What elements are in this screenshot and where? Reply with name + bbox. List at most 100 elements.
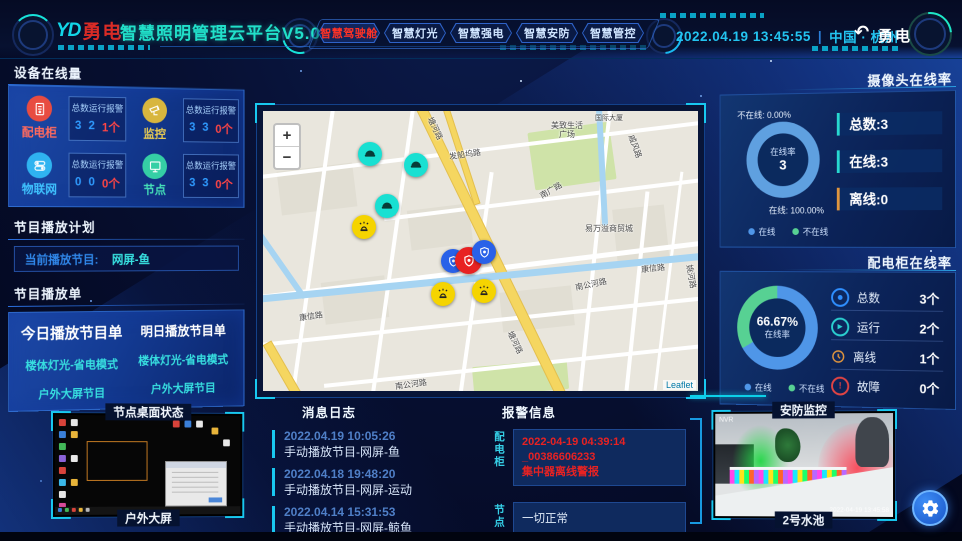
row-value: 2个: [920, 318, 944, 337]
desktop-icon: [59, 455, 66, 462]
cabinet-rate-title: 配电柜在线率: [867, 252, 952, 272]
col-alarm: 报警: [219, 104, 236, 117]
alarm-value: 0个: [215, 176, 232, 193]
tab-smart-control[interactable]: 智慧管控: [582, 23, 644, 43]
alarm-value: 0个: [215, 120, 232, 137]
col-running: 运行: [89, 101, 106, 114]
bracket-decoration: [690, 418, 702, 524]
log-entry: 2022.04.14 15:31:53 手动播放节目-网屏-鲸鱼: [272, 504, 480, 532]
device-name: 监控: [130, 125, 179, 142]
playlist-today-heading: 今日播放节目单: [15, 322, 128, 344]
road-label: 塘河路: [505, 329, 525, 355]
camera-legend: 在线 不在线: [748, 225, 828, 238]
col-running: 运行: [203, 103, 220, 116]
alarm-info-panel: 报警信息 配电柜 2022-04-19 04:39:14 _0038660623…: [488, 402, 702, 528]
tab-smart-lighting[interactable]: 智慧灯光: [384, 23, 446, 43]
place-label: 易万溢商贸城: [585, 223, 633, 234]
row-label: 故障: [857, 378, 880, 395]
divider: [8, 304, 244, 307]
message-log-list[interactable]: 2022.04.19 10:05:26 手动播放节目-网屏-鱼 2022.04.…: [272, 428, 480, 532]
camera-marker[interactable]: [375, 194, 399, 218]
running-value: 2: [89, 118, 95, 135]
camera-stat-online: 在线:3: [837, 149, 942, 173]
back-icon[interactable]: ↶: [854, 22, 869, 43]
device-stats: 总数 运行 报警 3 2 1个: [69, 96, 127, 141]
desktop-icon: [71, 455, 78, 462]
tab-smart-power[interactable]: 智慧强电: [450, 23, 512, 43]
streetlight-marker[interactable]: [352, 215, 376, 239]
device-item-iot: 物联网 总数 运行 报警 0 0 0个: [14, 152, 126, 197]
brand-logo: YD 勇电 ®: [56, 17, 130, 44]
right-column: 摄像头在线率 不在线: 0.00% 在线率 3 在线: 100.00% 在线 不…: [716, 60, 956, 408]
user-label[interactable]: 勇电: [878, 25, 912, 46]
camera-marker[interactable]: [404, 153, 428, 177]
corner-bracket: [255, 379, 275, 399]
corner-bracket: [51, 499, 71, 519]
desktop-icon: [71, 419, 78, 426]
map-attribution[interactable]: Leaflet: [663, 380, 696, 390]
logo-name: 勇电: [82, 17, 122, 44]
legend-dot-green: [792, 228, 799, 235]
donut-center-value: 3: [779, 157, 786, 173]
streetlight-marker[interactable]: [431, 282, 455, 306]
play-icon: ▶: [831, 317, 849, 336]
tab-smart-cockpit[interactable]: 智慧驾驶舱: [318, 23, 380, 43]
playlist-item: 楼体灯光-省电模式: [15, 356, 128, 374]
device-item-node: 节点 总数 运行 报警 3 3 0个: [130, 153, 239, 198]
security-panel-caption: 2号水池: [775, 511, 832, 528]
top-header: YD 勇电 ® 智慧照明管理云平台V5.0 智慧驾驶舱 智慧灯光 智慧强电 智慧…: [0, 0, 962, 59]
camera-donut-chart: 在线率 3: [746, 121, 819, 198]
alarm-info-title: 报警信息: [502, 402, 702, 421]
streetlight-marker[interactable]: [472, 279, 496, 303]
road-label: 康信路: [298, 309, 323, 323]
camera-rate-panel: 不在线: 0.00% 在线率 3 在线: 100.00% 在线 不在线 总数:3…: [720, 90, 956, 248]
dash-decoration: [660, 13, 764, 18]
legend-dot-blue: [748, 228, 755, 235]
separator: |: [818, 29, 822, 44]
log-time: 2022.04.14 15:31:53: [284, 505, 480, 519]
alarm-box: 2022-04-19 04:39:14 _00386606233 集中器离线警报: [513, 429, 686, 486]
video-plant: [775, 428, 800, 462]
dashboard-root: YD 勇电 ® 智慧照明管理云平台V5.0 智慧驾驶舱 智慧灯光 智慧强电 智慧…: [0, 0, 962, 541]
device-stats: 总数 运行 报警 0 0 0个: [69, 153, 127, 198]
device-stats: 总数 运行 报警 3 3 0个: [183, 98, 239, 143]
zoom-in-button[interactable]: +: [275, 125, 299, 147]
playlist-tomorrow-heading: 明日播放节目单: [128, 320, 238, 340]
settings-gear-button[interactable]: [912, 490, 948, 526]
decorative-light-bar: [690, 395, 766, 397]
tab-smart-security[interactable]: 智慧安防: [516, 23, 578, 43]
cabinet-legend: 在线 不在线: [745, 381, 825, 395]
donut-center-value: 66.67%: [757, 315, 798, 330]
alarm-group-label: 配电柜: [492, 429, 507, 469]
corner-bracket: [51, 411, 71, 431]
col-alarm: 报警: [106, 158, 123, 171]
left-column: 设备在线量 配电柜 总数 运行 报警 3: [8, 62, 244, 402]
col-total: 总数: [186, 159, 203, 172]
running-value: 3: [202, 120, 208, 137]
desktop-dialog-window: [165, 461, 227, 506]
col-running: 运行: [203, 159, 220, 172]
map-panel: 塘河路 发船坞路 美致生活 广场 国际大厦 戚风路 南广路 易万溢商贸城 康信路…: [256, 104, 705, 398]
alarm-status-text: 一切正常: [522, 508, 677, 526]
cabinet-donut-chart: 66.67% 在线率: [737, 285, 818, 370]
device-panel-title: 设备在线量: [14, 62, 244, 86]
desktop-icon: [59, 431, 66, 438]
desktop-panel-caption: 户外大屏: [117, 509, 179, 526]
alarm-line: 集中器离线警报: [522, 465, 677, 480]
gear-icon: [921, 499, 940, 518]
total-value: 0: [75, 175, 81, 192]
col-total: 总数: [71, 158, 88, 171]
playlist-item: 户外大屏节目: [128, 379, 238, 397]
camera-marker[interactable]: [358, 142, 382, 166]
zoom-out-button[interactable]: −: [275, 147, 299, 168]
log-text: 手动播放节目-网屏-运动: [284, 481, 480, 498]
desktop-icon: [59, 443, 66, 450]
camera-stat-offline: 离线:0: [837, 187, 942, 210]
alarm-line: 2022-04-19 04:39:14 _00386606233: [522, 435, 677, 465]
log-entry: 2022.04.18 19:48:20 手动播放节目-网屏-运动: [272, 466, 480, 499]
current-program-label: 当前播放节目:: [25, 250, 99, 267]
cabinet-row-offline: 离线 1个: [831, 343, 943, 372]
security-panel-title: 安防监控: [772, 401, 835, 418]
city-map[interactable]: 塘河路 发船坞路 美致生活 广场 国际大厦 戚风路 南广路 易万溢商贸城 康信路…: [263, 111, 698, 391]
shield-marker[interactable]: [472, 240, 496, 264]
